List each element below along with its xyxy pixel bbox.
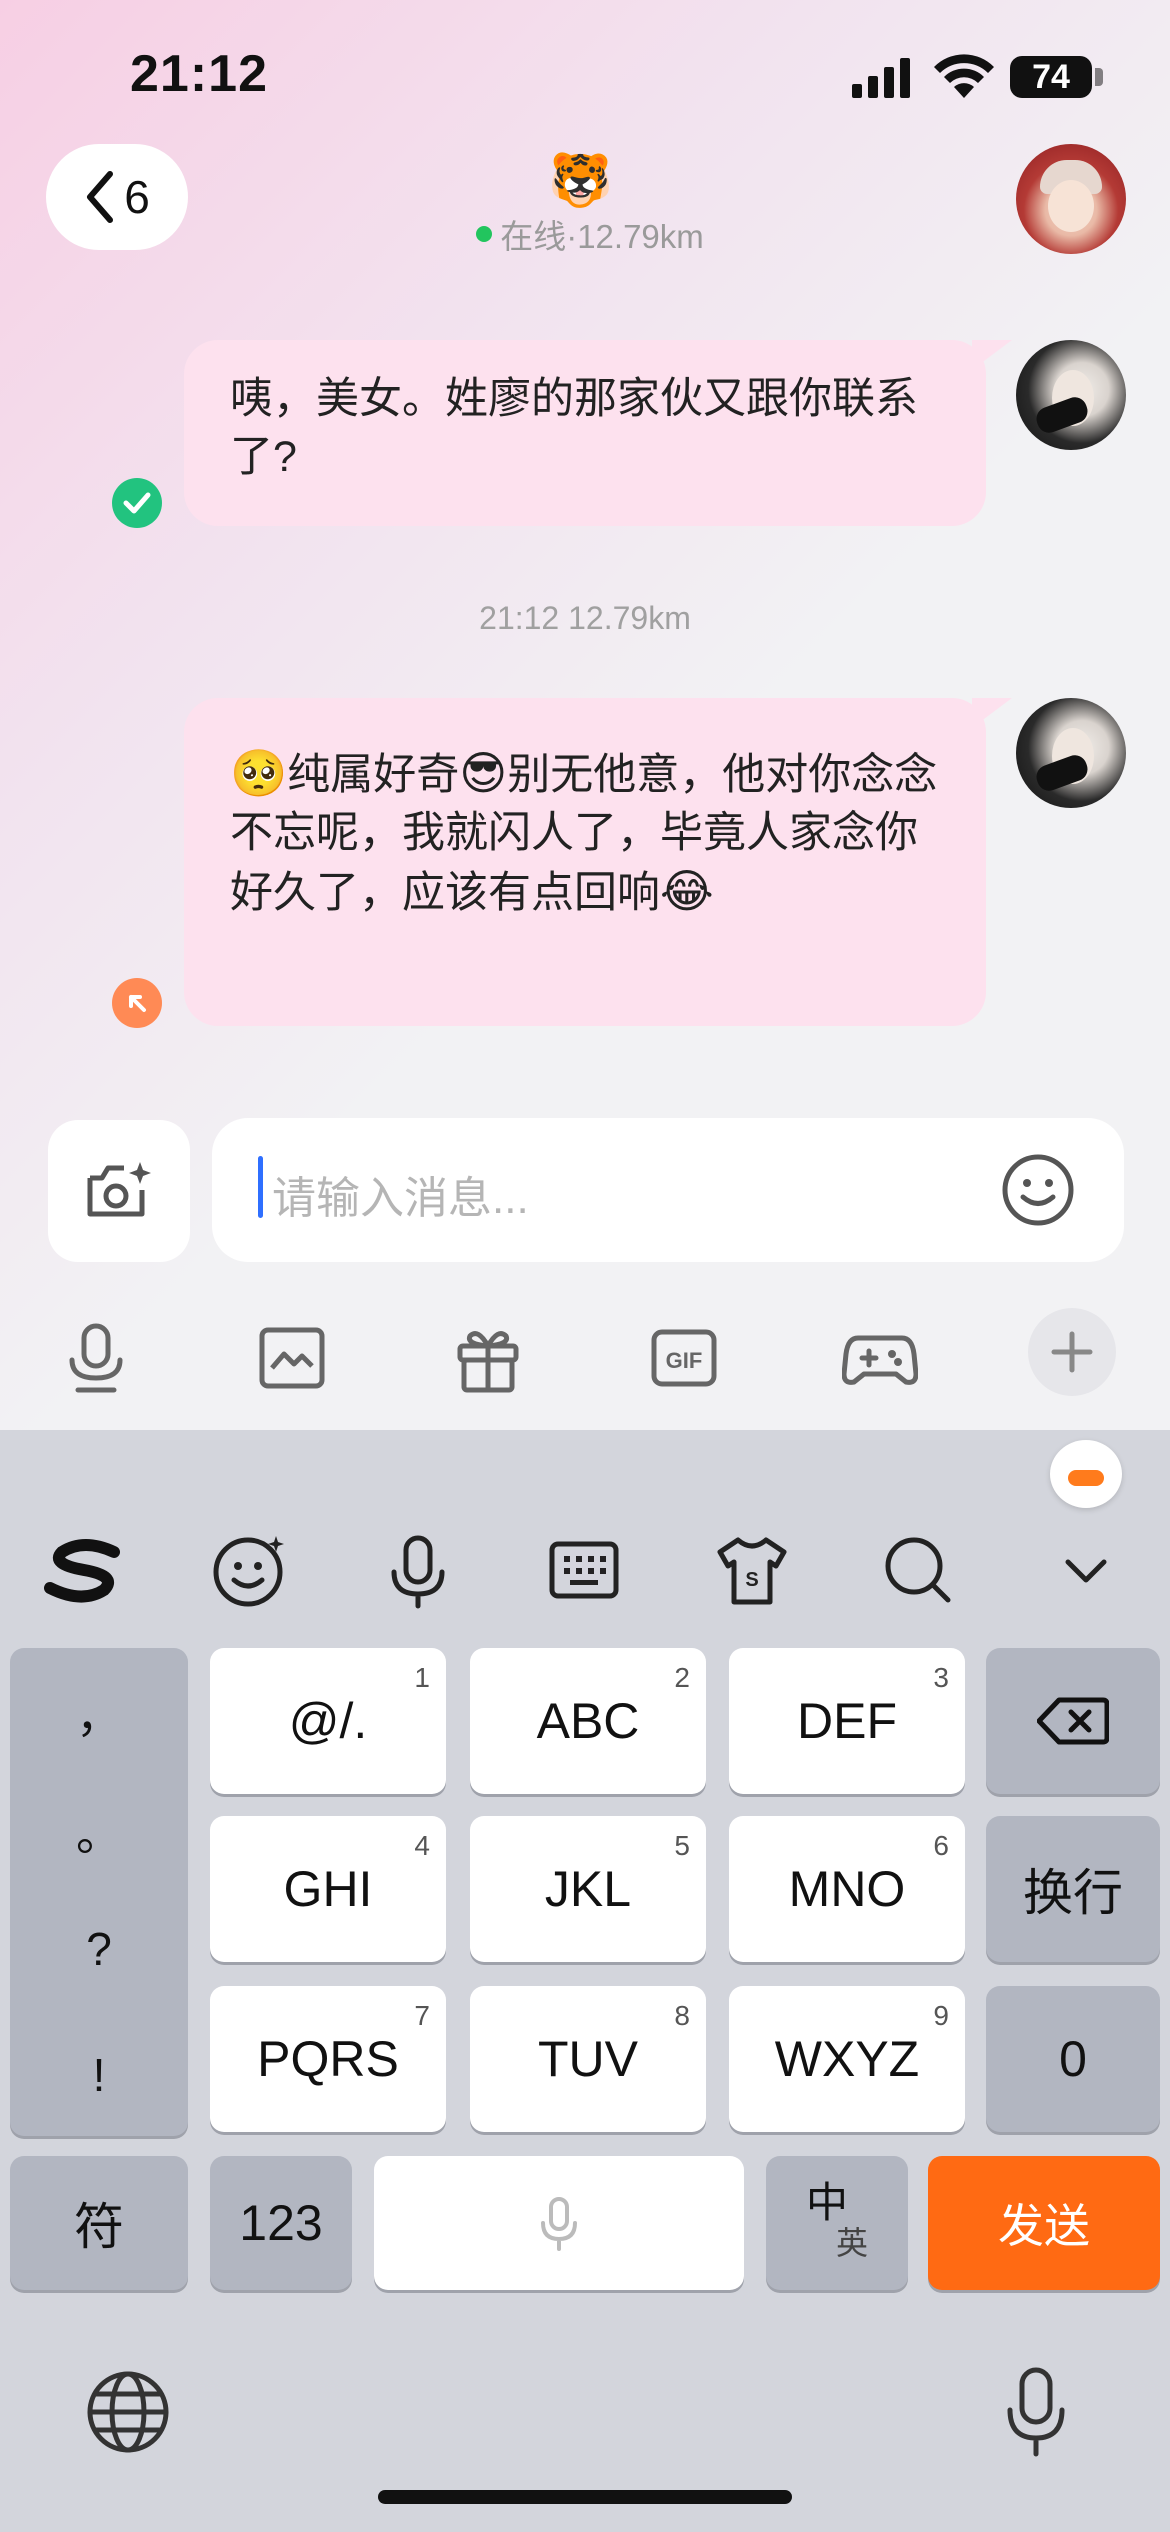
- camera-icon: [87, 1162, 151, 1217]
- emoji-icon[interactable]: [210, 1530, 290, 1610]
- lang-main-label: 中: [805, 2179, 848, 2226]
- key-5[interactable]: JKL 5: [470, 1816, 706, 1962]
- send-button[interactable]: 发送: [928, 2156, 1160, 2290]
- contact-emoji: 🐯: [548, 152, 613, 210]
- search-icon[interactable]: [878, 1530, 958, 1610]
- cellular-signal-icon: [852, 58, 910, 98]
- punct-question[interactable]: ?: [10, 1922, 188, 1976]
- message-placeholder: 请输入消息...: [272, 1174, 529, 1223]
- online-dot-icon: [476, 226, 493, 242]
- gif-icon[interactable]: GIF: [646, 1320, 722, 1396]
- globe-icon[interactable]: [84, 2368, 172, 2456]
- svg-text:S: S: [745, 1569, 758, 1591]
- home-indicator[interactable]: [378, 2490, 792, 2504]
- message-bubble[interactable]: 咦，美女。姓廖的那家伙又跟你联系了?: [184, 340, 986, 526]
- online-status: 在线·12.79km: [430, 210, 750, 258]
- mic-icon[interactable]: [58, 1320, 134, 1396]
- status-time: 21:12: [130, 45, 268, 103]
- key-9[interactable]: WXYZ 9: [729, 1986, 965, 2132]
- message-bubble[interactable]: 🥺纯属好奇😎别无他意，他对你念念不忘呢，我就闪人了，毕竟人家念你好久了，应该有点…: [184, 698, 986, 1026]
- my-avatar[interactable]: [1016, 340, 1126, 450]
- voice-input-icon[interactable]: [378, 1530, 458, 1610]
- skin-shirt-icon[interactable]: S: [712, 1530, 792, 1610]
- punct-comma[interactable]: ，: [10, 1680, 188, 1746]
- keyboard-icon[interactable]: [544, 1530, 624, 1610]
- lang-sub-label: 英: [835, 2225, 868, 2261]
- game-controller-icon[interactable]: [842, 1320, 918, 1396]
- message-timestamp: 21:12 12.79km: [479, 600, 691, 636]
- plus-icon: [1051, 1331, 1093, 1373]
- language-toggle-key[interactable]: 中 英: [766, 2156, 908, 2290]
- battery-indicator: 74: [1010, 56, 1092, 98]
- numbers-key[interactable]: 123: [210, 2156, 352, 2290]
- text-caret: [258, 1156, 263, 1218]
- image-icon[interactable]: [254, 1320, 330, 1396]
- key-7[interactable]: PQRS 7: [210, 1986, 446, 2132]
- pleading-emoji: 🥺: [230, 747, 288, 799]
- contact-avatar[interactable]: [1016, 144, 1126, 254]
- battery-tip: [1095, 68, 1103, 86]
- bubble-tail: [972, 698, 1012, 728]
- key-8[interactable]: TUV 8: [470, 1986, 706, 2132]
- key-4[interactable]: GHI 4: [210, 1816, 446, 1962]
- message-text-segment: 纯属好奇: [287, 751, 460, 799]
- collapse-keyboard-icon[interactable]: [1046, 1530, 1126, 1610]
- laughing-emoji: 😂: [660, 865, 714, 917]
- bubble-tail: [972, 340, 1012, 370]
- zero-key[interactable]: 0: [986, 1986, 1160, 2132]
- unread-count: 6: [124, 171, 150, 223]
- camera-button[interactable]: [48, 1120, 190, 1262]
- key-2[interactable]: ABC 2: [470, 1648, 706, 1794]
- chevron-left-icon: [87, 171, 114, 223]
- backspace-icon: [1037, 1697, 1109, 1745]
- wifi-icon: [934, 54, 994, 98]
- sunglasses-emoji: 😎: [459, 747, 508, 799]
- backspace-key[interactable]: [986, 1648, 1160, 1794]
- space-key[interactable]: [374, 2156, 744, 2290]
- punct-exclamation[interactable]: !: [10, 2048, 188, 2102]
- sogou-logo-icon[interactable]: [44, 1530, 124, 1610]
- sent-arrow-icon: [112, 978, 162, 1028]
- key-1[interactable]: @/. 1: [210, 1648, 446, 1794]
- keyboard-mascot-icon[interactable]: [1050, 1440, 1122, 1508]
- key-6[interactable]: MNO 6: [729, 1816, 965, 1962]
- mic-icon: [541, 2197, 577, 2251]
- back-button[interactable]: 6: [46, 144, 188, 250]
- key-3[interactable]: DEF 3: [729, 1648, 965, 1794]
- newline-key[interactable]: 换行: [986, 1816, 1160, 1962]
- read-check-icon: [112, 478, 162, 528]
- more-button[interactable]: [1028, 1308, 1116, 1396]
- svg-text:GIF: GIF: [666, 1348, 703, 1373]
- emoji-icon[interactable]: [1000, 1152, 1076, 1228]
- my-avatar[interactable]: [1016, 698, 1126, 808]
- gift-icon[interactable]: [450, 1320, 526, 1396]
- symbols-key[interactable]: 符: [10, 2156, 188, 2290]
- punctuation-column[interactable]: ， 。 ? !: [10, 1648, 188, 2136]
- punct-period[interactable]: 。: [10, 1798, 188, 1864]
- online-status-text: 在线·12.79km: [500, 218, 704, 255]
- dictation-mic-icon[interactable]: [1006, 2366, 1066, 2458]
